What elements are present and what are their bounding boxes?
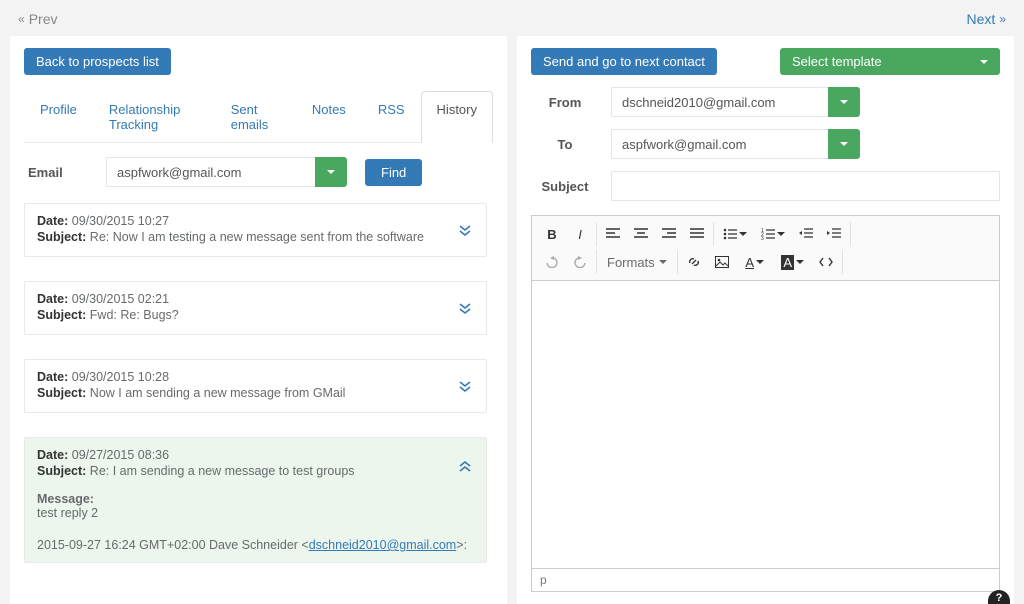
message-label: Message: — [37, 492, 94, 506]
subject-value: Re: I am sending a new message to test g… — [90, 464, 355, 478]
history-item[interactable]: Date: 09/30/2015 10:28 Subject: Now I am… — [24, 359, 487, 413]
subject-label: Subject: — [37, 386, 86, 400]
date-label: Date: — [37, 448, 68, 462]
email-label: Email — [24, 165, 88, 180]
expand-icon[interactable] — [458, 223, 472, 237]
chevron-down-icon — [796, 260, 804, 264]
date-label: Date: — [37, 214, 68, 228]
svg-text:3: 3 — [761, 236, 764, 240]
subject-label: Subject: — [37, 230, 86, 244]
tabs: Profile Relationship Tracking Sent email… — [24, 91, 493, 143]
chevron-down-icon — [327, 170, 335, 174]
select-template-dropdown[interactable]: Select template — [780, 48, 1000, 75]
link-button[interactable] — [680, 250, 708, 274]
subject-label: Subject — [531, 179, 611, 194]
align-justify-button[interactable] — [683, 222, 711, 246]
date-value: 09/27/2015 08:36 — [72, 448, 169, 462]
bullet-list-button[interactable] — [716, 222, 754, 246]
left-panel: Back to prospects list Profile Relations… — [10, 36, 507, 604]
formats-label: Formats — [607, 255, 655, 270]
chevron-down-icon — [980, 60, 988, 64]
to-input[interactable] — [611, 129, 829, 159]
bg-color-button[interactable]: A — [774, 250, 812, 274]
quote-prefix: 2015-09-27 16:24 GMT+02:00 Dave Schneide… — [37, 538, 309, 552]
email-input[interactable] — [106, 157, 316, 187]
right-panel: Send and go to next contact Select templ… — [517, 36, 1014, 604]
text-color-button[interactable]: A — [736, 250, 774, 274]
prev-link[interactable]: « Prev — [18, 6, 57, 32]
subject-label: Subject: — [37, 308, 86, 322]
subject-value: Fwd: Re: Bugs? — [90, 308, 179, 322]
tab-history[interactable]: History — [421, 91, 493, 143]
subject-value: Re: Now I am testing a new message sent … — [90, 230, 424, 244]
redo-button[interactable] — [566, 250, 594, 274]
from-input[interactable] — [611, 87, 829, 117]
to-label: To — [531, 137, 611, 152]
subject-value: Now I am sending a new message from GMai… — [90, 386, 346, 400]
from-label: From — [531, 95, 611, 110]
date-value: 09/30/2015 02:21 — [72, 292, 169, 306]
help-button[interactable]: ? — [988, 590, 1010, 604]
message-body: Message: test reply 2 2015-09-27 16:24 G… — [37, 492, 474, 552]
collapse-icon[interactable] — [458, 460, 472, 474]
history-item[interactable]: Date: 09/30/2015 10:27 Subject: Re: Now … — [24, 203, 487, 257]
send-button[interactable]: Send and go to next contact — [531, 48, 717, 75]
subject-input[interactable] — [611, 171, 1000, 201]
subject-label: Subject: — [37, 464, 86, 478]
next-label: Next — [967, 11, 996, 27]
email-dropdown-button[interactable] — [315, 157, 347, 187]
numbered-list-button[interactable]: 123 — [754, 222, 792, 246]
chevron-down-icon — [659, 260, 667, 264]
quote-suffix: >: — [456, 538, 467, 552]
align-left-button[interactable] — [599, 222, 627, 246]
undo-button[interactable] — [538, 250, 566, 274]
code-button[interactable] — [812, 250, 840, 274]
align-right-button[interactable] — [655, 222, 683, 246]
image-button[interactable] — [708, 250, 736, 274]
tab-rss[interactable]: RSS — [362, 91, 421, 143]
select-template-label: Select template — [792, 54, 882, 69]
find-button[interactable]: Find — [365, 159, 422, 186]
back-to-prospects-button[interactable]: Back to prospects list — [24, 48, 171, 75]
chevron-double-left-icon: « — [18, 13, 25, 25]
history-list: Date: 09/30/2015 10:27 Subject: Re: Now … — [24, 203, 493, 592]
editor-status-bar: p — [532, 568, 999, 591]
next-link[interactable]: Next» — [967, 6, 1006, 32]
expand-icon[interactable] — [458, 301, 472, 315]
date-value: 09/30/2015 10:27 — [72, 214, 169, 228]
chevron-down-icon — [777, 232, 785, 236]
history-item[interactable]: Date: 09/30/2015 02:21 Subject: Fwd: Re:… — [24, 281, 487, 335]
date-value: 09/30/2015 10:28 — [72, 370, 169, 384]
expand-icon[interactable] — [458, 379, 472, 393]
chevron-double-right-icon: » — [999, 13, 1006, 25]
align-center-button[interactable] — [627, 222, 655, 246]
editor-toolbar: B I 123 — [532, 216, 999, 281]
history-item-expanded[interactable]: Date: 09/27/2015 08:36 Subject: Re: I am… — [24, 437, 487, 563]
tab-relationship-tracking[interactable]: Relationship Tracking — [93, 91, 215, 143]
date-label: Date: — [37, 370, 68, 384]
outdent-button[interactable] — [792, 222, 820, 246]
from-dropdown-button[interactable] — [828, 87, 860, 117]
bold-button[interactable]: B — [538, 222, 566, 246]
message-text: test reply 2 — [37, 506, 474, 520]
tab-profile[interactable]: Profile — [24, 91, 93, 143]
quote-email-link[interactable]: dschneid2010@gmail.com — [309, 538, 457, 552]
italic-button[interactable]: I — [566, 222, 594, 246]
chevron-down-icon — [739, 232, 747, 236]
formats-dropdown[interactable]: Formats — [599, 250, 675, 274]
prev-label: Prev — [29, 11, 58, 27]
date-label: Date: — [37, 292, 68, 306]
chevron-down-icon — [840, 100, 848, 104]
rich-text-editor: B I 123 — [531, 215, 1000, 592]
chevron-down-icon — [840, 142, 848, 146]
chevron-down-icon — [756, 260, 764, 264]
to-dropdown-button[interactable] — [828, 129, 860, 159]
indent-button[interactable] — [820, 222, 848, 246]
tab-notes[interactable]: Notes — [296, 91, 362, 143]
tab-sent-emails[interactable]: Sent emails — [215, 91, 296, 143]
editor-textarea[interactable] — [532, 281, 999, 568]
